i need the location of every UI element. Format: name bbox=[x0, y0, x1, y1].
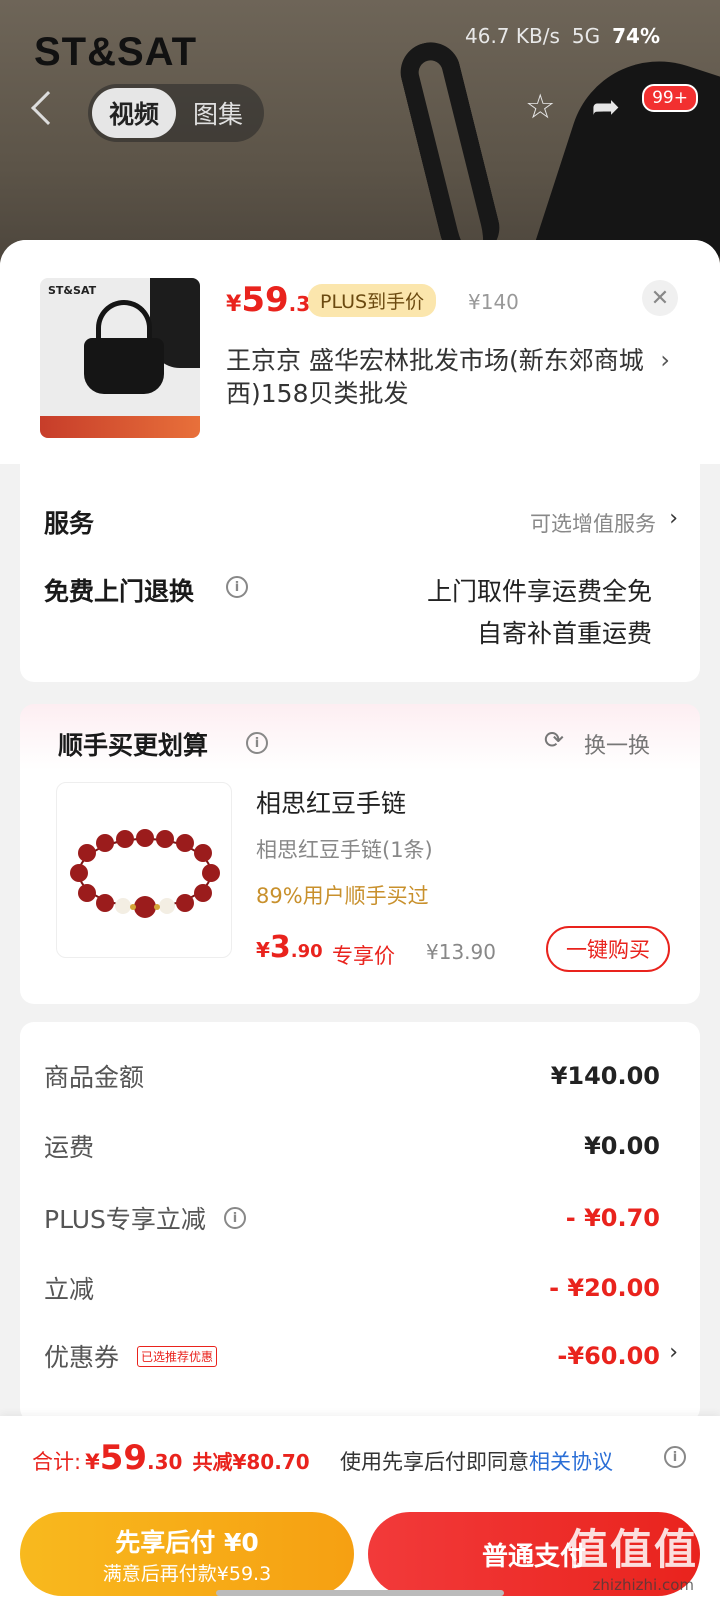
upsell-product-name[interactable]: 相思红豆手链 bbox=[256, 784, 406, 820]
chevron-right-icon[interactable]: › bbox=[660, 346, 670, 374]
plus-price-tag: PLUS到手价 bbox=[308, 284, 437, 317]
upsell-title: 顺手买更划算 bbox=[58, 731, 209, 760]
checkout-sheet: ST&SAT ¥ 59 .3 PLUS到手价 ¥140 ✕ 王京京 盛华宏林批发… bbox=[0, 240, 720, 1600]
thumbnail-promo-banner bbox=[40, 416, 200, 438]
media-tab-switcher: 视频 图集 bbox=[88, 84, 264, 142]
bracelet-image bbox=[70, 829, 220, 918]
tab-video[interactable]: 视频 bbox=[92, 88, 176, 138]
service-section: 服务 可选增值服务 › 免费上门退换 i 上门取件享运费全免 自寄补首重运费 bbox=[20, 464, 700, 682]
return-pickup-text: 上门取件享运费全免 bbox=[426, 577, 652, 606]
upsell-product-spec: 相思红豆手链(1条) bbox=[256, 838, 433, 862]
watermark-logo: 值值值 bbox=[565, 1525, 698, 1574]
summary-row-plus-discount: PLUS专享立减 i - ¥0.70 bbox=[44, 1204, 660, 1234]
exclusive-price-label: 专享价 bbox=[332, 944, 395, 968]
order-total: 合计: ¥ 59 .30 共减¥80.70 bbox=[32, 1438, 310, 1478]
tab-gallery[interactable]: 图集 bbox=[176, 88, 260, 138]
share-icon[interactable]: ➦ bbox=[592, 90, 621, 124]
close-button[interactable]: ✕ bbox=[642, 280, 678, 316]
video-brand-logo: ST&SAT bbox=[34, 30, 198, 74]
battery-level: 74% bbox=[612, 24, 660, 48]
agreement-link[interactable]: 相关协议 bbox=[529, 1450, 613, 1474]
product-header: ST&SAT ¥ 59 .3 PLUS到手价 ¥140 ✕ 王京京 盛华宏林批发… bbox=[0, 240, 720, 464]
summary-row-discount: 立减 - ¥20.00 bbox=[44, 1274, 660, 1304]
status-bar: 46.7 KB/s 5G 74% bbox=[465, 24, 660, 48]
upsell-product-image[interactable] bbox=[56, 782, 232, 958]
watermark-url: zhizhizhi.com bbox=[592, 1576, 694, 1594]
info-icon[interactable]: i bbox=[664, 1446, 686, 1468]
price-summary: 商品金额 ¥140.00 运费 ¥0.00 PLUS专享立减 i - ¥0.70 … bbox=[20, 1022, 700, 1422]
swap-button[interactable]: 换一换 bbox=[584, 728, 650, 760]
chevron-right-icon[interactable]: › bbox=[669, 1340, 678, 1365]
one-click-buy-button[interactable]: 一键购买 bbox=[546, 926, 670, 972]
back-arrow-icon[interactable] bbox=[31, 91, 65, 125]
total-saved: 共减¥80.70 bbox=[192, 1450, 310, 1474]
pay-later-button[interactable]: 先享后付 ¥0 满意后再付款¥59.3 bbox=[20, 1512, 354, 1596]
chevron-right-icon[interactable]: › bbox=[669, 506, 678, 531]
product-thumbnail[interactable]: ST&SAT bbox=[40, 278, 200, 438]
message-badge: 99+ bbox=[642, 84, 698, 112]
info-icon[interactable]: i bbox=[226, 576, 248, 598]
service-title: 服务 bbox=[44, 509, 95, 538]
upsell-section: 顺手买更划算 i ⟳ 换一换 相思红豆手链 相思红豆手链(1条) 89%用户顺手… bbox=[20, 704, 700, 1004]
summary-row-coupon[interactable]: 优惠券 已选推荐优惠 -¥60.00 bbox=[44, 1336, 660, 1376]
original-price: ¥140 bbox=[468, 290, 519, 314]
upsell-original-price: ¥13.90 bbox=[426, 940, 496, 964]
coupon-tag: 已选推荐优惠 bbox=[137, 1345, 218, 1367]
upsell-price: ¥ 3 .90 bbox=[256, 930, 323, 965]
thumbnail-brand: ST&SAT bbox=[48, 284, 97, 297]
home-indicator[interactable] bbox=[216, 1590, 504, 1596]
info-icon[interactable]: i bbox=[246, 732, 268, 754]
upsell-buy-rate: 89%用户顺手买过 bbox=[256, 884, 429, 908]
value-added-service-link[interactable]: 可选增值服务 bbox=[530, 508, 656, 538]
agreement-text: 使用先享后付即同意相关协议 bbox=[340, 1450, 613, 1474]
product-video-background: ST&SAT 46.7 KB/s 5G 74% 视频 图集 ☆ ➦ ⋯ 99+ bbox=[0, 0, 720, 280]
refresh-icon[interactable]: ⟳ bbox=[544, 726, 564, 754]
info-icon[interactable]: i bbox=[223, 1207, 246, 1229]
summary-row-goods: 商品金额 ¥140.00 bbox=[44, 1062, 660, 1092]
summary-row-shipping: 运费 ¥0.00 bbox=[44, 1132, 660, 1162]
checkout-bottom-bar: 合计: ¥ 59 .30 共减¥80.70 使用先享后付即同意相关协议 i 先享… bbox=[0, 1416, 720, 1600]
signal-indicator: 5G bbox=[571, 24, 601, 48]
network-speed: 46.7 KB/s bbox=[465, 24, 560, 48]
bag-strap-image bbox=[394, 36, 506, 264]
product-price: ¥ 59 .3 bbox=[226, 280, 311, 320]
store-address[interactable]: 王京京 盛华宏林批发市场(新东郊商城西)158贝类批发 bbox=[226, 344, 646, 410]
free-return-label: 免费上门退换 bbox=[44, 577, 195, 606]
return-self-ship-text: 自寄补首重运费 bbox=[476, 619, 652, 648]
star-icon[interactable]: ☆ bbox=[525, 90, 555, 124]
